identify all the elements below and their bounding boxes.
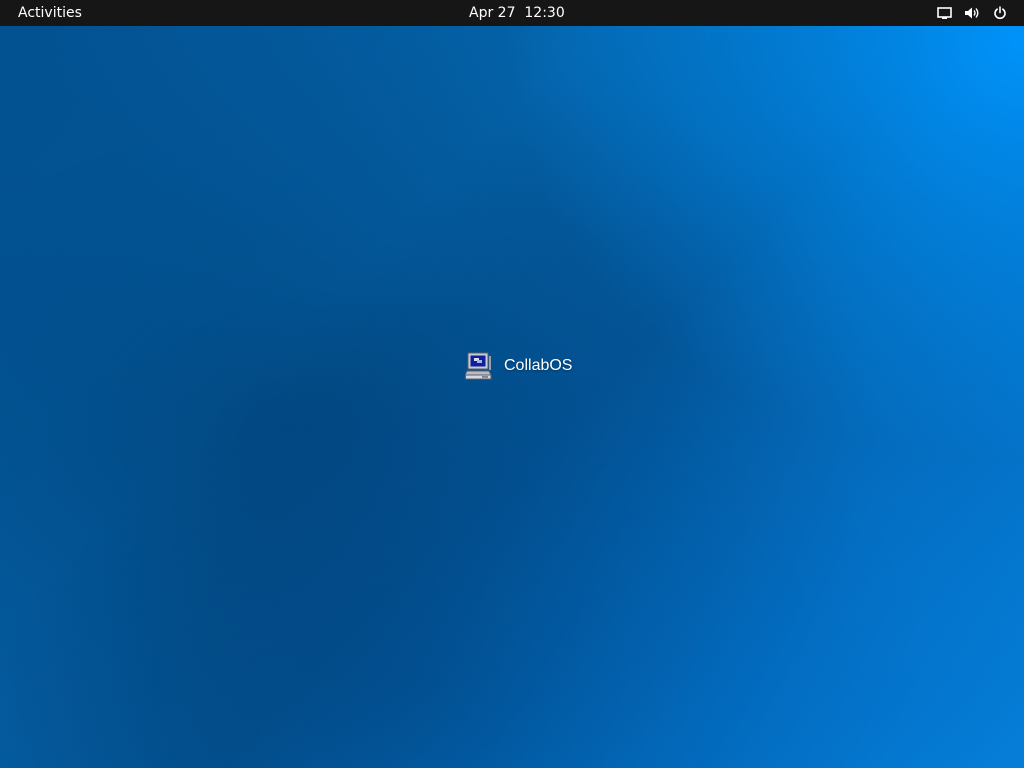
desktop-icon-label: CollabOS — [504, 357, 573, 374]
screen-icon[interactable] — [936, 5, 952, 21]
power-icon[interactable] — [992, 5, 1008, 21]
computer-icon — [465, 352, 492, 380]
volume-icon[interactable] — [964, 5, 980, 21]
system-tray — [936, 0, 1008, 26]
top-bar: Activities Apr 27 12:30 — [0, 0, 1024, 26]
activities-button[interactable]: Activities — [18, 0, 82, 26]
clock-date-time[interactable]: Apr 27 12:30 — [469, 0, 565, 26]
desktop-icon-collabos[interactable]: CollabOS — [465, 352, 572, 380]
desktop[interactable]: Activities Apr 27 12:30 CollabOS — [0, 0, 1024, 768]
